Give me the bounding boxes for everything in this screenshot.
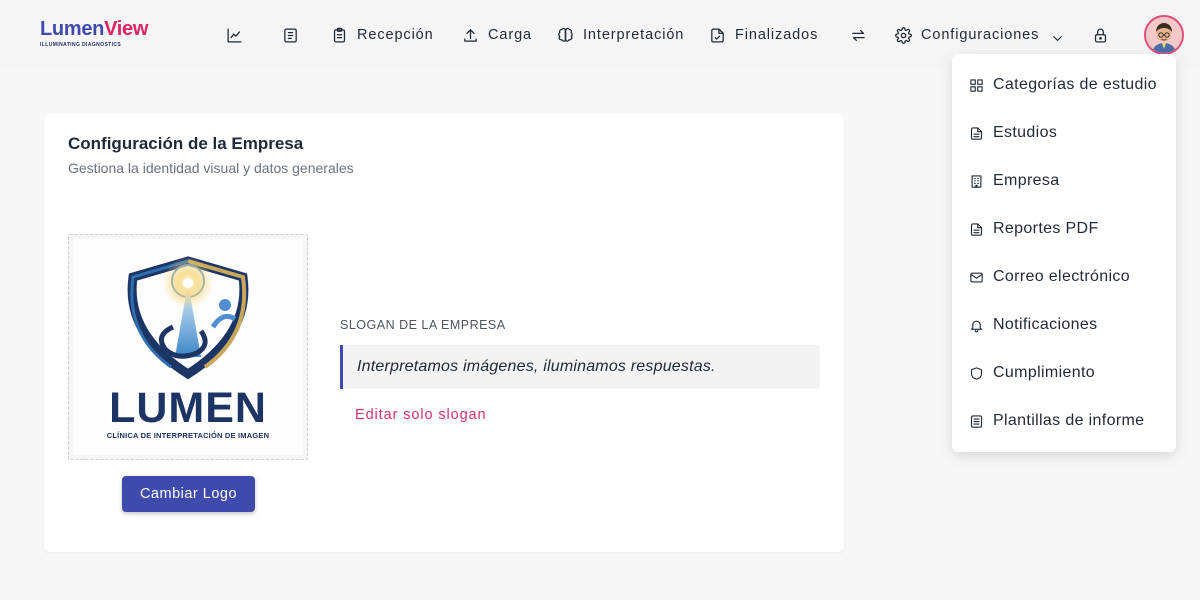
nav-reports-button[interactable]	[282, 22, 299, 48]
nav-carga-label: Carga	[488, 27, 532, 43]
configuraciones-dropdown-menu: Categorías de estudio Estudios Empresa R…	[952, 54, 1176, 452]
page-subtitle: Gestiona la identidad visual y datos gen…	[68, 160, 354, 176]
swap-icon	[852, 29, 865, 41]
nav-switch-button[interactable]	[850, 22, 867, 48]
shield-icon	[970, 366, 983, 380]
brain-icon	[558, 27, 573, 42]
slogan-display: Interpretamos imágenes, iluminamos respu…	[340, 345, 820, 389]
brand-name-part1: Lumen	[40, 18, 105, 40]
slogan-label: SLOGAN DE LA EMPRESA	[340, 318, 506, 332]
nav-configuraciones-label: Configuraciones	[921, 27, 1040, 43]
document-icon	[970, 126, 983, 140]
nav-dashboard-button[interactable]	[226, 22, 243, 48]
nav-carga[interactable]: Carga	[462, 22, 532, 48]
menu-item-label: Plantillas de informe	[993, 412, 1145, 429]
lumen-shield-emblem	[127, 256, 249, 380]
menu-item-reportes-pdf[interactable]: Reportes PDF	[952, 205, 1176, 253]
upload-icon	[464, 28, 477, 42]
menu-item-notificaciones[interactable]: Notificaciones	[952, 301, 1176, 349]
user-avatar[interactable]	[1144, 15, 1184, 55]
page-title: Configuración de la Empresa	[68, 134, 304, 153]
nav-recepcion[interactable]: Recepción	[331, 22, 434, 48]
brand-tagline: ILLUMINATING DIAGNOSTICS	[40, 42, 122, 48]
mail-icon	[970, 272, 983, 282]
gear-icon	[895, 26, 912, 44]
brand-logo[interactable]: LumenView ILLUMINATING DIAGNOSTICS	[40, 18, 148, 48]
menu-item-plantillas-de-informe[interactable]: Plantillas de informe	[952, 397, 1176, 445]
logo-wordmark-subtitle: CLÍNICA DE INTERPRETACIÓN DE IMAGEN	[106, 431, 270, 440]
menu-item-categorias-de-estudio[interactable]: Categorías de estudio	[952, 61, 1176, 109]
change-logo-button[interactable]: Cambiar Logo	[122, 476, 255, 512]
list-document-icon	[970, 414, 983, 428]
report-icon	[284, 27, 297, 43]
company-logo-preview[interactable]: LUMEN CLÍNICA DE INTERPRETACIÓN DE IMAGE…	[68, 234, 308, 460]
nav-finalizados-label: Finalizados	[735, 27, 819, 43]
nav-finalizados[interactable]: Finalizados	[709, 22, 818, 48]
chevron-down-icon	[1053, 35, 1063, 41]
nav-lock-button[interactable]	[1092, 22, 1109, 48]
nav-interpretacion-label: Interpretación	[583, 27, 685, 43]
nav-recepcion-label: Recepción	[357, 27, 434, 43]
menu-item-label: Correo electrónico	[993, 268, 1131, 285]
bell-icon	[970, 320, 983, 332]
logo-wordmark: LUMEN	[109, 384, 267, 432]
menu-item-label: Categorías de estudio	[993, 76, 1157, 93]
menu-item-label: Cumplimiento	[993, 364, 1096, 381]
menu-item-label: Empresa	[993, 172, 1060, 189]
menu-item-correo-electronico[interactable]: Correo electrónico	[952, 253, 1176, 301]
grid-icon	[970, 78, 983, 92]
file-check-icon	[711, 27, 724, 43]
avatar-image	[1146, 17, 1182, 53]
brand-name: LumenView	[40, 18, 148, 40]
company-settings-card: Configuración de la Empresa Gestiona la …	[44, 114, 844, 552]
lock-icon	[1094, 28, 1107, 43]
menu-item-label: Estudios	[993, 124, 1058, 141]
menu-item-label: Notificaciones	[993, 316, 1098, 333]
nav-configuraciones[interactable]: Configuraciones	[895, 22, 1065, 48]
chart-icon	[227, 27, 242, 43]
logo-image: LUMEN CLÍNICA DE INTERPRETACIÓN DE IMAGE…	[73, 239, 303, 455]
menu-item-estudios[interactable]: Estudios	[952, 109, 1176, 157]
edit-slogan-link[interactable]: Editar solo slogan	[355, 407, 486, 423]
menu-item-cumplimiento[interactable]: Cumplimiento	[952, 349, 1176, 397]
building-icon	[971, 174, 982, 188]
menu-item-label: Reportes PDF	[993, 220, 1099, 237]
brand-name-part2: View	[104, 18, 149, 40]
clipboard-icon	[333, 27, 346, 43]
nav-interpretacion[interactable]: Interpretación	[557, 22, 684, 48]
menu-item-empresa[interactable]: Empresa	[952, 157, 1176, 205]
slogan-text: Interpretamos imágenes, iluminamos respu…	[357, 358, 716, 375]
document-icon	[970, 222, 983, 236]
